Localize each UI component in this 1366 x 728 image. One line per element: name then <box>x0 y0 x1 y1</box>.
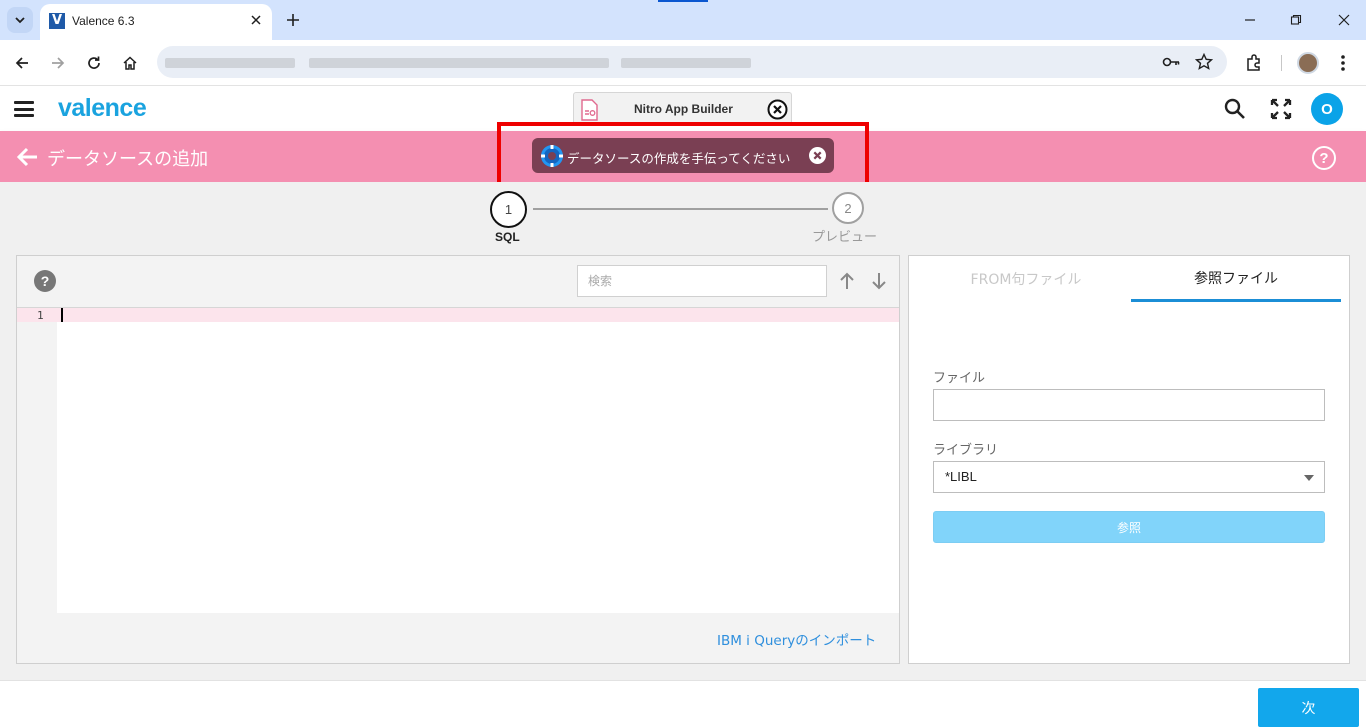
tab-reference-files[interactable]: 参照ファイル <box>1131 256 1341 302</box>
browser-tab-strip: V Valence 6.3 <box>0 0 1366 40</box>
ibm-i-query-import-link[interactable]: IBM i Queryのインポート <box>717 629 876 649</box>
star-icon[interactable] <box>1195 53 1213 71</box>
new-tab-button[interactable] <box>282 9 304 31</box>
step-1-circle[interactable]: 1 <box>490 191 527 228</box>
step-2-label: プレビュー <box>812 230 878 245</box>
file-label: ファイル <box>933 371 986 386</box>
minimize-icon <box>1245 19 1255 21</box>
fullscreen-icon[interactable] <box>1269 97 1293 121</box>
close-icon <box>251 15 261 25</box>
close-icon <box>1338 14 1350 26</box>
nitro-tab-label: Nitro App Builder <box>634 102 733 116</box>
line-gutter <box>17 308 57 614</box>
line-number: 1 <box>37 309 44 322</box>
library-select[interactable]: *LIBL <box>933 461 1325 493</box>
page-title: データソースの追加 <box>47 149 209 170</box>
browser-tab-valence[interactable]: V Valence 6.3 <box>40 4 272 40</box>
active-line-highlight <box>17 308 899 322</box>
tab-strip-accent <box>658 0 708 2</box>
forward-button[interactable] <box>46 51 70 75</box>
address-bar-blurred-text <box>309 58 609 68</box>
file-side-panel: FROM句ファイル 参照ファイル ファイル ライブラリ *LIBL 参照 <box>908 255 1350 664</box>
sql-code-editor[interactable]: 1 <box>17 307 899 614</box>
arrow-right-icon <box>52 57 65 69</box>
home-button[interactable] <box>118 51 142 75</box>
dropdown-caret-icon <box>1304 475 1314 481</box>
address-bar-blurred-text <box>621 58 751 68</box>
text-caret <box>61 308 63 322</box>
arrow-up-icon[interactable] <box>839 272 855 290</box>
app-logo: valence <box>58 94 147 122</box>
library-select-value: *LIBL <box>945 469 977 484</box>
address-bar[interactable] <box>157 46 1227 78</box>
sql-editor-panel: ? 1 IBM i Queryのインポート <box>16 255 900 664</box>
reload-icon <box>88 56 100 69</box>
toolbar-divider <box>1281 55 1282 71</box>
profile-avatar[interactable] <box>1297 52 1319 74</box>
step-2-circle[interactable]: 2 <box>832 192 864 224</box>
hamburger-menu-icon[interactable] <box>14 101 34 117</box>
browser-toolbar <box>0 40 1366 86</box>
step-1-label: SQL <box>495 230 520 244</box>
plus-icon <box>287 14 299 26</box>
arrow-down-icon[interactable] <box>871 272 887 290</box>
browse-button[interactable]: 参照 <box>933 511 1325 543</box>
address-bar-blurred-text <box>165 58 295 68</box>
minimize-button[interactable] <box>1240 10 1260 30</box>
help-icon[interactable]: ? <box>1312 146 1336 170</box>
tab-close-button[interactable] <box>246 10 266 30</box>
restore-icon <box>1290 14 1302 25</box>
chevron-down-icon <box>15 17 25 24</box>
search-icon[interactable] <box>1223 97 1247 121</box>
close-window-button[interactable] <box>1334 10 1354 30</box>
back-button[interactable] <box>10 51 34 75</box>
document-app-icon <box>581 99 598 121</box>
password-key-icon[interactable] <box>1161 54 1181 70</box>
nitro-app-builder-tab[interactable]: Nitro App Builder <box>573 92 792 126</box>
arrow-left-icon <box>15 57 28 69</box>
arrow-left-icon[interactable] <box>16 145 40 169</box>
next-button[interactable]: 次 <box>1258 688 1359 727</box>
main-content: 1 SQL 2 プレビュー ? 1 IBM i Queryのインポート FROM… <box>0 182 1366 680</box>
search-input[interactable] <box>577 265 827 297</box>
file-input[interactable] <box>933 389 1325 421</box>
help-icon[interactable]: ? <box>34 270 56 292</box>
extensions-puzzle-icon[interactable] <box>1244 53 1264 73</box>
restore-button[interactable] <box>1286 10 1306 30</box>
home-icon <box>123 56 137 70</box>
close-circle-icon[interactable] <box>767 99 788 120</box>
tab-from-files[interactable]: FROM句ファイル <box>921 256 1131 302</box>
valence-favicon-icon: V <box>49 13 65 29</box>
stepper-connector <box>533 208 828 210</box>
footer-bar: 次 <box>0 680 1366 728</box>
more-vertical-icon[interactable] <box>1335 53 1351 73</box>
user-avatar[interactable]: O <box>1311 93 1343 125</box>
tab-title: Valence 6.3 <box>72 14 135 28</box>
library-label: ライブラリ <box>933 443 999 458</box>
reload-button[interactable] <box>82 51 106 75</box>
tab-search-button[interactable] <box>7 7 33 33</box>
